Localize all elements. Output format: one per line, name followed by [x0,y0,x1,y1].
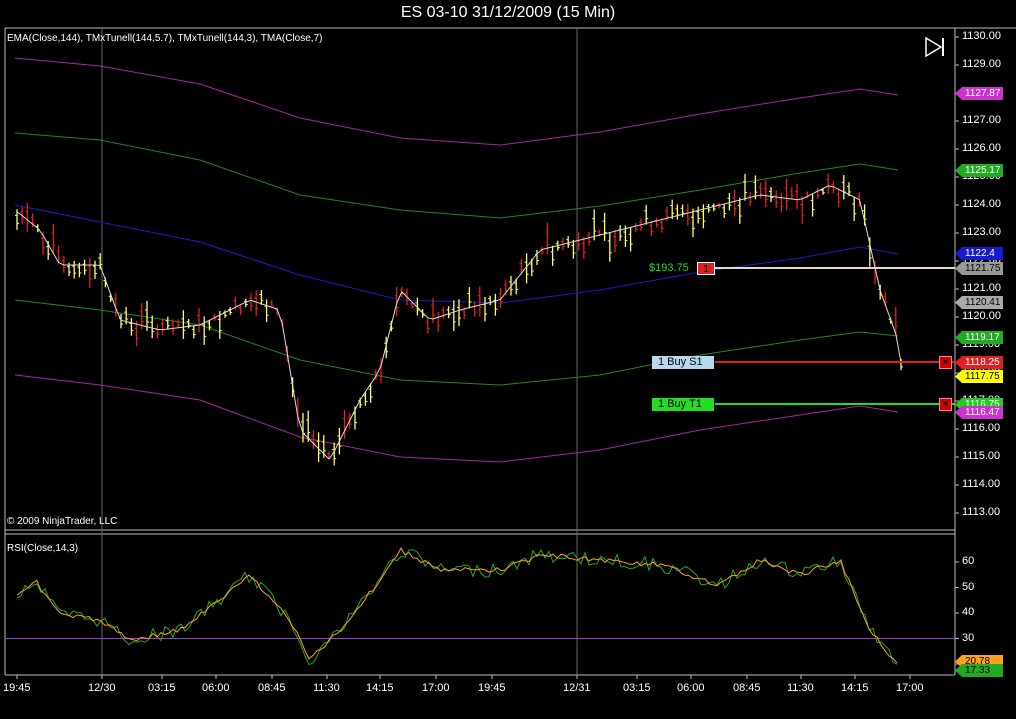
price-marker-label: 1120.41 [955,296,1003,309]
time-tick-label: 08:45 [733,682,761,694]
position-pnl: $193.75 [649,262,689,274]
price-marker-label: 1117.75 [955,370,1003,383]
position-qty-box[interactable]: 1 [697,262,715,275]
price-tick-label: 1123.00 [962,226,1001,238]
cancel-order-s1-icon[interactable]: × [939,356,952,369]
price-marker-label: 1127.87 [955,87,1003,100]
price-marker-label: 1116.47 [955,406,1003,419]
price-indicator-label: EMA(Close,144), TMxTunell(144,5.7), TMxT… [7,33,323,44]
price-tick-label: 1127.00 [962,114,1001,126]
tunnel-lower-outer [14,374,899,463]
price-tick-label: 1129.00 [962,58,1001,70]
rsi-tick-label: 30 [962,631,975,644]
order-buy-t1-tag[interactable]: 1 Buy T1 [652,398,714,411]
price-marker-label: 1118.25 [955,356,1003,369]
rsi-tick-label: 60 [962,555,975,567]
time-tick-label: 14:15 [841,682,869,694]
time-tick-label: 19:45 [478,682,506,694]
chart-canvas[interactable] [0,0,1016,719]
rsi-tick-label: 40 [962,606,975,618]
price-tick-label: 1116.00 [962,422,1001,434]
rsi-tick-label: 50 [962,580,975,593]
time-tick-label: 06:00 [202,682,230,694]
skip-forward-icon[interactable] [924,36,946,58]
time-tick-label: 08:45 [258,682,286,694]
rsi-marker-label: 17.33 [955,664,1003,677]
price-marker-label: 1125.17 [955,164,1003,177]
time-tick-label: 17:00 [422,682,450,694]
rsi-average-line [16,547,898,664]
time-tick-label: 03:15 [623,682,651,694]
time-tick-label: 03:15 [148,682,176,694]
price-tick-label: 1121.00 [962,282,1001,294]
price-marker-label: 1121.75 [955,262,1003,275]
rsi-indicator-label: RSI(Close,14,3) [7,543,79,554]
time-tick-label: 06:00 [677,682,705,694]
rsi-line [16,549,898,666]
tunnel-upper-outer [14,57,899,146]
time-tick-label: 12/30 [88,682,116,694]
copyright-label: © 2009 NinjaTrader, LLC [7,516,118,527]
ema-line [14,204,899,304]
price-tick-label: 1113.00 [962,506,1001,518]
time-tick-label: 11:30 [787,682,814,694]
time-tick-label: 19:45 [3,682,31,694]
price-marker-label: 1119.17 [955,331,1003,344]
price-tick-label: 1130.00 [962,30,1001,42]
price-tick-label: 1124.00 [962,198,1001,210]
price-marker-label: 1122.4 [955,247,1003,260]
price-tick-label: 1120.00 [962,310,1001,322]
time-tick-label: 17:00 [896,682,924,694]
price-tick-label: 1114.00 [962,478,1001,490]
price-tick-label: 1126.00 [962,142,1001,154]
time-tick-label: 12/31 [563,682,591,694]
time-tick-label: 14:15 [366,682,394,694]
price-tick-label: 1115.00 [962,450,1001,462]
time-tick-label: 11:30 [313,682,340,694]
order-buy-s1-tag[interactable]: 1 Buy S1 [652,356,714,369]
cancel-order-t1-icon[interactable]: × [939,398,952,411]
